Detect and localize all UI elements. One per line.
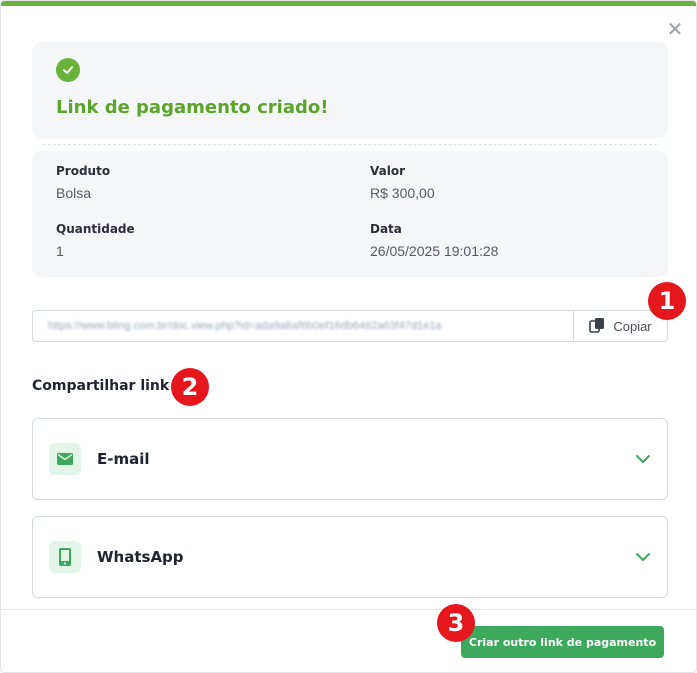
annotation-badge-1: 1 [648, 282, 686, 320]
produto-value: Bolsa [56, 185, 92, 201]
details-card: Produto Bolsa Valor R$ 300,00 Quantidade… [32, 151, 668, 277]
modal-top-accent [1, 1, 696, 6]
email-icon [49, 443, 81, 475]
share-whatsapp-label: WhatsApp [97, 548, 184, 566]
ticket-notch-left [25, 137, 39, 151]
annotation-badge-2: 2 [171, 368, 209, 406]
payment-link-modal: ✕ Link de pagamento criado! Produto Bols… [0, 0, 697, 673]
check-circle-icon [56, 58, 80, 82]
ticket-notch-right [661, 137, 675, 151]
valor-value: R$ 300,00 [370, 185, 435, 201]
annotation-badge-3: 3 [437, 604, 475, 642]
quantidade-label: Quantidade [56, 222, 135, 236]
create-another-link-button[interactable]: Criar outro link de pagamento [461, 626, 664, 658]
footer-divider [1, 609, 696, 610]
produto-label: Produto [56, 164, 111, 178]
payment-link-input[interactable] [33, 311, 573, 341]
data-label: Data [370, 222, 402, 236]
share-section-title: Compartilhar link [32, 378, 170, 394]
valor-label: Valor [370, 164, 406, 178]
chevron-down-icon [635, 451, 651, 469]
share-whatsapp-accordion[interactable]: WhatsApp [32, 516, 668, 598]
phone-icon [49, 541, 81, 573]
copy-icon [589, 317, 606, 336]
copy-button-label: Copiar [613, 318, 652, 334]
copy-button[interactable]: Copiar [573, 311, 667, 341]
chevron-down-icon [635, 549, 651, 567]
success-title: Link de pagamento criado! [56, 97, 329, 118]
quantidade-value: 1 [56, 243, 64, 259]
share-email-accordion[interactable]: E-mail [32, 418, 668, 500]
ticket-divider [43, 144, 657, 145]
payment-link-field: Copiar [32, 310, 668, 342]
data-value: 26/05/2025 19:01:28 [370, 243, 499, 259]
share-email-label: E-mail [97, 450, 150, 468]
success-card: Link de pagamento criado! [32, 42, 668, 138]
close-icon[interactable]: ✕ [665, 19, 685, 39]
